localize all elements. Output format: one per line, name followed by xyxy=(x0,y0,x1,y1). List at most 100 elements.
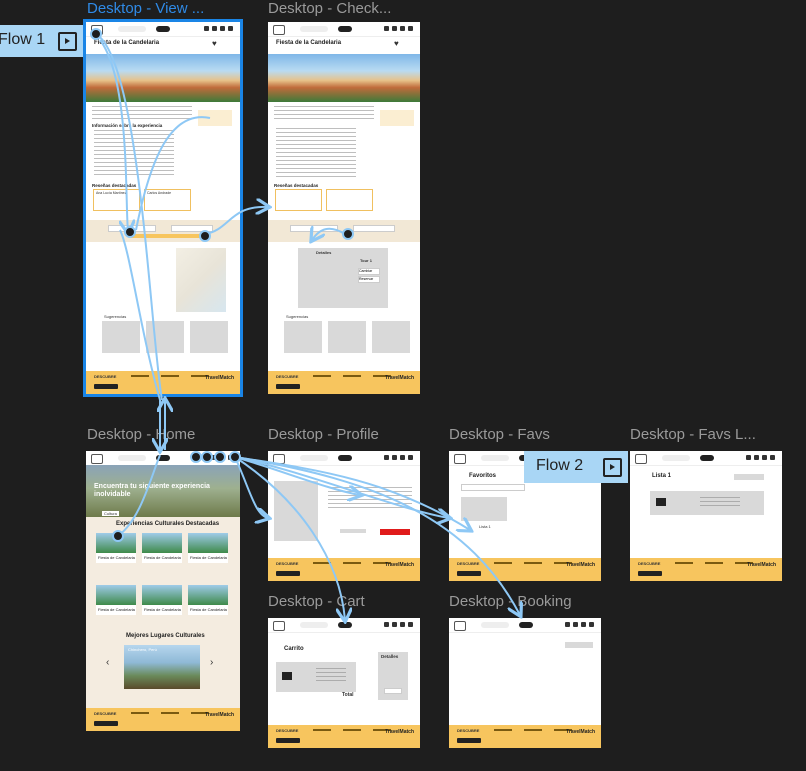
frame-cart[interactable]: Carrito Total Detalles DESCUBRE TravelMa… xyxy=(268,618,420,748)
date-input[interactable] xyxy=(108,225,156,232)
search-bar[interactable] xyxy=(300,455,328,461)
heart-icon[interactable] xyxy=(746,455,751,460)
logo[interactable] xyxy=(91,454,103,464)
user-icon[interactable] xyxy=(589,622,594,627)
footer-link[interactable] xyxy=(494,562,512,564)
experience-card[interactable]: Fiesta de Candelaria xyxy=(142,533,182,563)
people-input[interactable] xyxy=(171,225,213,232)
booking-action-button[interactable] xyxy=(565,642,593,648)
footer-link[interactable] xyxy=(494,729,512,731)
suggestion-card[interactable] xyxy=(102,321,140,353)
date-input[interactable] xyxy=(290,225,338,232)
nav-pill-button[interactable] xyxy=(156,26,170,32)
experience-card[interactable]: Fiesta de Candelaria xyxy=(96,585,136,615)
experience-card[interactable]: Fiesta de Candelaria xyxy=(188,533,228,563)
heart-icon[interactable] xyxy=(204,455,209,460)
frame-label-booking[interactable]: Desktop - Booking xyxy=(449,593,572,610)
search-bar[interactable] xyxy=(481,622,509,628)
search-bar[interactable] xyxy=(481,455,509,461)
footer-link[interactable] xyxy=(131,375,149,377)
social-icons[interactable] xyxy=(457,571,481,576)
frame-checkout[interactable]: Fiesta de la Candelaria ♥ Reseñas destac… xyxy=(268,22,420,394)
logo[interactable] xyxy=(454,454,466,464)
user-icon[interactable] xyxy=(770,455,775,460)
suggestion-card[interactable] xyxy=(372,321,410,353)
footer-link[interactable] xyxy=(313,729,331,731)
cart-icon[interactable] xyxy=(392,26,397,31)
cart-icon[interactable] xyxy=(573,622,578,627)
list-item-card[interactable] xyxy=(650,491,764,515)
cart-icon[interactable] xyxy=(392,455,397,460)
cart-icon[interactable] xyxy=(754,455,759,460)
suggestion-card[interactable] xyxy=(328,321,366,353)
reserve-button[interactable]: Reservar xyxy=(358,276,380,283)
social-icons[interactable] xyxy=(638,571,662,576)
frame-view[interactable]: Fiesta de la Candelaria ♥ Información so… xyxy=(83,19,243,397)
cart-icon[interactable] xyxy=(212,455,217,460)
calendar-icon[interactable] xyxy=(220,26,225,31)
footer-link[interactable] xyxy=(161,712,179,714)
checkout-button[interactable] xyxy=(384,688,402,694)
heart-icon[interactable] xyxy=(565,622,570,627)
footer-link[interactable] xyxy=(161,375,179,377)
search-bar[interactable] xyxy=(662,455,690,461)
user-icon[interactable] xyxy=(408,455,413,460)
calendar-icon[interactable] xyxy=(220,455,225,460)
user-icon[interactable] xyxy=(408,622,413,627)
calendar-icon[interactable] xyxy=(762,455,767,460)
footer-link[interactable] xyxy=(524,729,542,731)
logo[interactable] xyxy=(273,621,285,631)
logo[interactable] xyxy=(635,454,647,464)
footer-link[interactable] xyxy=(524,562,542,564)
heart-icon[interactable]: ♥ xyxy=(394,39,399,48)
heart-icon[interactable]: ♥ xyxy=(212,39,217,48)
carousel-next-button[interactable]: › xyxy=(210,657,213,668)
social-icons[interactable] xyxy=(94,721,118,726)
delete-account-button[interactable] xyxy=(380,529,410,535)
search-bar[interactable] xyxy=(300,622,328,628)
search-bar[interactable] xyxy=(118,26,146,32)
cart-icon[interactable] xyxy=(212,26,217,31)
flow-2-tag[interactable]: Flow 2 xyxy=(524,451,628,483)
social-icons[interactable] xyxy=(276,571,300,576)
footer-link[interactable] xyxy=(675,562,693,564)
frame-label-checkout[interactable]: Desktop - Check... xyxy=(268,0,418,17)
frame-home[interactable]: Encuentra tu siguiente experiencia inolv… xyxy=(86,451,240,731)
heart-icon[interactable] xyxy=(384,26,389,31)
frame-label-cart[interactable]: Desktop - Cart xyxy=(268,593,365,610)
user-icon[interactable] xyxy=(228,455,233,460)
footer-link[interactable] xyxy=(313,562,331,564)
calendar-icon[interactable] xyxy=(400,622,405,627)
heart-icon[interactable] xyxy=(384,622,389,627)
play-prototype-icon[interactable] xyxy=(603,458,622,477)
nav-pill-button[interactable] xyxy=(156,455,170,461)
frame-favs-list[interactable]: Lista 1 DESCUBRE TravelMatch xyxy=(630,451,782,581)
experience-card[interactable]: Fiesta de Candelaria xyxy=(188,585,228,615)
frame-booking[interactable]: DESCUBRE TravelMatch xyxy=(449,618,601,748)
search-bar[interactable] xyxy=(118,455,146,461)
list-action-button[interactable] xyxy=(734,474,764,480)
user-icon[interactable] xyxy=(408,26,413,31)
favs-tab-bar[interactable] xyxy=(461,484,525,491)
calendar-icon[interactable] xyxy=(400,26,405,31)
cart-item-card[interactable] xyxy=(276,662,356,692)
heart-icon[interactable] xyxy=(384,455,389,460)
logo[interactable] xyxy=(273,454,285,464)
change-button[interactable]: Cambiar xyxy=(358,268,380,275)
flow-1-tag[interactable]: Flow 1 xyxy=(0,25,84,57)
cart-icon[interactable] xyxy=(392,622,397,627)
experience-card[interactable]: Fiesta de Candelaria xyxy=(96,533,136,563)
nav-pill-button[interactable] xyxy=(700,455,714,461)
place-carousel-image[interactable]: Chinchero, Perú xyxy=(124,645,200,689)
suggestion-card[interactable] xyxy=(190,321,228,353)
people-input[interactable] xyxy=(353,225,395,232)
calendar-icon[interactable] xyxy=(581,622,586,627)
frame-label-view[interactable]: Desktop - View ... xyxy=(87,0,227,17)
logo[interactable] xyxy=(273,25,285,35)
nav-pill-button[interactable] xyxy=(338,455,352,461)
footer-link[interactable] xyxy=(131,712,149,714)
favs-list-card[interactable] xyxy=(461,497,507,521)
social-icons[interactable] xyxy=(276,738,300,743)
footer-link[interactable] xyxy=(705,562,723,564)
footer-link[interactable] xyxy=(343,562,361,564)
